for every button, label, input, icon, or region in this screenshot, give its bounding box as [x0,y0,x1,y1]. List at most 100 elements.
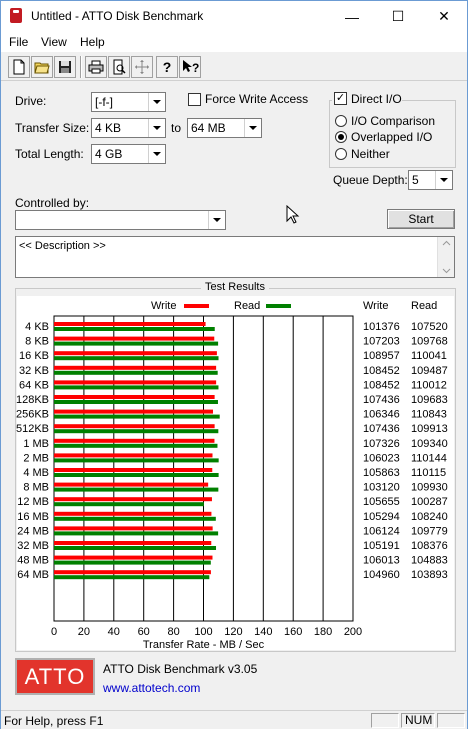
write-bar [54,511,212,516]
write-bar [54,351,217,356]
write-bar [54,541,212,545]
read-value: 110115 [411,467,446,479]
x-tick-label: 140 [254,626,272,638]
read-value: 110041 [411,350,447,362]
atto-logo: ATTO [15,658,95,695]
category-label: 64 MB [17,569,49,581]
read-bar [54,443,218,448]
category-label: 12 MB [17,496,49,508]
x-tick-label: 100 [194,626,212,638]
read-value: 103893 [411,569,448,581]
category-label: 1 MB [23,438,49,450]
write-value: 106013 [363,555,400,567]
write-value: 103120 [363,482,400,494]
write-value: 108452 [363,365,400,377]
write-bar [54,322,206,326]
write-value: 108957 [363,350,400,362]
read-bar [54,400,218,404]
x-tick-label: 200 [344,626,362,638]
read-bar [54,414,220,419]
atto-logo-text: ATTO [24,663,86,689]
read-value: 109683 [411,394,448,406]
read-value: 110144 [411,452,447,464]
category-label: 48 MB [17,555,49,567]
category-label: 32 MB [17,540,49,552]
read-value: 109768 [411,336,448,348]
x-tick-label: 20 [78,626,90,638]
write-value: 105655 [363,496,400,508]
category-label: 256KB [16,409,49,421]
read-bar [54,502,204,507]
read-bar [54,516,216,521]
write-value: 105191 [363,540,400,552]
product-name: ATTO Disk Benchmark v3.05 [103,662,258,676]
read-value: 110843 [411,409,447,421]
app-window: Untitled - ATTO Disk Benchmark — ☐ ✕ Fil… [0,0,468,729]
read-bar [54,458,219,463]
category-label: 64 KB [19,379,49,391]
read-bar [54,487,219,492]
category-label: 512KB [16,423,49,435]
read-value: 107520 [411,321,448,333]
status-panel-empty [437,713,465,728]
write-value: 104960 [363,569,400,581]
write-value: 107436 [363,394,400,406]
category-label: 16 KB [19,350,49,362]
category-label: 8 KB [25,336,49,348]
category-label: 128KB [16,394,49,406]
write-value: 108452 [363,379,400,391]
read-value: 109340 [411,438,448,450]
category-label: 2 MB [23,452,49,464]
status-help-text: For Help, press F1 [4,714,104,728]
write-bar [54,365,217,370]
read-bar [54,356,219,361]
category-label: 8 MB [23,482,49,494]
transfer-rate-chart: 0 20 40 60 80 100 120 140 160 180 200 Transfer Rate… [16,315,448,651]
read-bar [54,385,219,390]
write-bar [54,453,213,458]
x-tick-label: 0 [51,626,57,638]
write-bar [54,482,209,487]
category-label: 32 KB [19,365,49,377]
write-value: 106023 [363,452,400,464]
read-value: 104883 [411,555,448,567]
write-value: 105294 [363,511,400,523]
read-bar [54,327,215,331]
read-bar [54,429,219,434]
status-num: NUM [401,713,435,728]
write-value: 105863 [363,467,400,479]
website-link[interactable]: www.attotech.com [103,681,200,695]
read-bar [54,531,219,536]
x-tick-label: 80 [167,626,179,638]
write-bar [54,570,211,575]
write-value: 106124 [363,525,400,537]
x-tick-label: 160 [284,626,302,638]
category-label: 4 KB [25,321,49,333]
x-tick-label: 120 [224,626,242,638]
read-value: 108376 [411,540,448,552]
write-value: 107326 [363,438,400,450]
read-bar [54,575,210,580]
write-bar [54,468,213,472]
write-bar [54,497,212,502]
read-bar [54,341,219,346]
write-bar [54,555,213,560]
write-value: 106346 [363,409,400,421]
read-value: 109487 [411,365,448,377]
write-bar [54,395,215,399]
read-bar [54,560,211,565]
write-bar [54,380,217,385]
x-axis-label: Transfer Rate - MB / Sec [143,639,265,651]
read-value: 109913 [411,423,448,435]
category-label: 24 MB [17,525,49,537]
write-bar [54,336,215,341]
category-label: 4 MB [23,467,49,479]
write-value: 107436 [363,423,400,435]
read-value: 109779 [411,525,448,537]
read-bar [54,370,218,375]
write-value: 107203 [363,336,400,348]
status-bar: For Help, press F1 NUM [1,710,467,729]
read-bar [54,546,217,550]
write-bar [54,438,215,443]
write-bar [54,424,215,429]
